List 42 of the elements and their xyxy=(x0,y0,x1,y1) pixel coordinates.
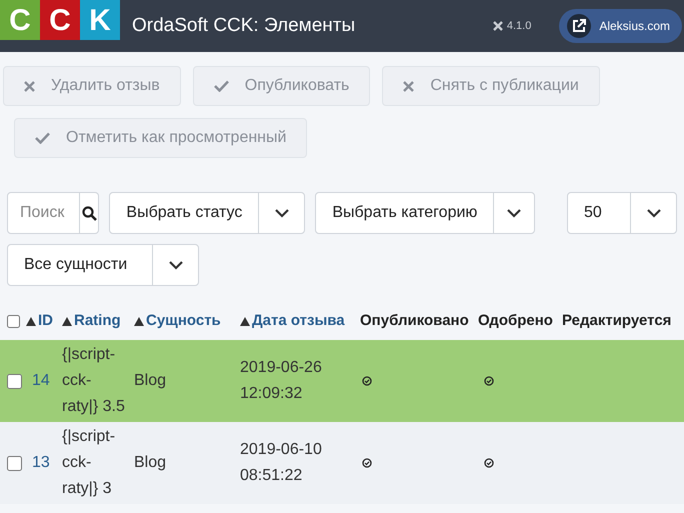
logo-letter: K xyxy=(80,0,120,40)
chevron-down-icon xyxy=(506,208,522,218)
search-button[interactable] xyxy=(80,192,100,234)
date-cell-text: 2019-06-10 08:51:22 xyxy=(240,440,323,486)
version-label: 4.1.0 xyxy=(506,18,532,34)
id-link[interactable]: 14 xyxy=(26,368,62,394)
column-header[interactable]: Rating xyxy=(74,310,121,332)
page-title: OrdaSoft CCK: Элементы xyxy=(132,14,356,38)
check-icon xyxy=(35,132,50,144)
cross-icon xyxy=(403,80,414,92)
rating-cell-text: {|script-cck-raty|} 3 xyxy=(62,427,116,499)
column-header[interactable]: Сущность xyxy=(146,310,221,332)
id-link[interactable]: 13 xyxy=(26,450,62,476)
limit-select[interactable]: 50 xyxy=(567,192,677,234)
logo-letter: C xyxy=(40,0,80,40)
column-header: Опубликовано xyxy=(360,310,469,331)
date-cell-text: 2019-06-26 12:09:32 xyxy=(240,358,323,404)
column-header[interactable]: ID xyxy=(38,310,53,332)
logo-letter: C xyxy=(0,0,40,40)
column-header: Редактируется xyxy=(562,310,672,331)
search-field[interactable]: Поиск xyxy=(7,192,80,234)
cross-icon xyxy=(24,80,35,92)
column-header[interactable]: Дата отзыва xyxy=(252,310,345,332)
table-row[interactable]: 14 {|script-cck-raty|} 3.5 Blog 2019-06-26 12:09:32 xyxy=(0,340,684,422)
category-select[interactable]: Выбрать категорию xyxy=(315,192,536,234)
entity-cell-text: Blog xyxy=(134,371,168,391)
status-select[interactable]: Выбрать статус xyxy=(109,192,306,234)
entity-select[interactable]: Все сущности xyxy=(7,244,199,286)
chevron-down-icon xyxy=(646,208,662,218)
rating-cell-text: {|script-cck-raty|} 3.5 xyxy=(62,345,126,417)
external-link-icon xyxy=(567,14,592,38)
table-row[interactable]: 13 {|script-cck-raty|} 3 Blog 2019-06-10 08:51:22 xyxy=(0,422,684,504)
entity-cell-text: Blog xyxy=(134,453,168,473)
chevron-down-icon xyxy=(274,208,290,218)
row-checkbox[interactable] xyxy=(7,374,22,388)
select-all-checkbox[interactable] xyxy=(7,314,20,328)
search-icon xyxy=(82,206,97,220)
chevron-down-icon xyxy=(168,260,184,270)
user-button[interactable]: Aleksius.com xyxy=(559,9,682,43)
check-icon xyxy=(214,80,229,92)
column-header: Одобрено xyxy=(478,310,553,331)
row-checkbox[interactable] xyxy=(7,456,22,470)
